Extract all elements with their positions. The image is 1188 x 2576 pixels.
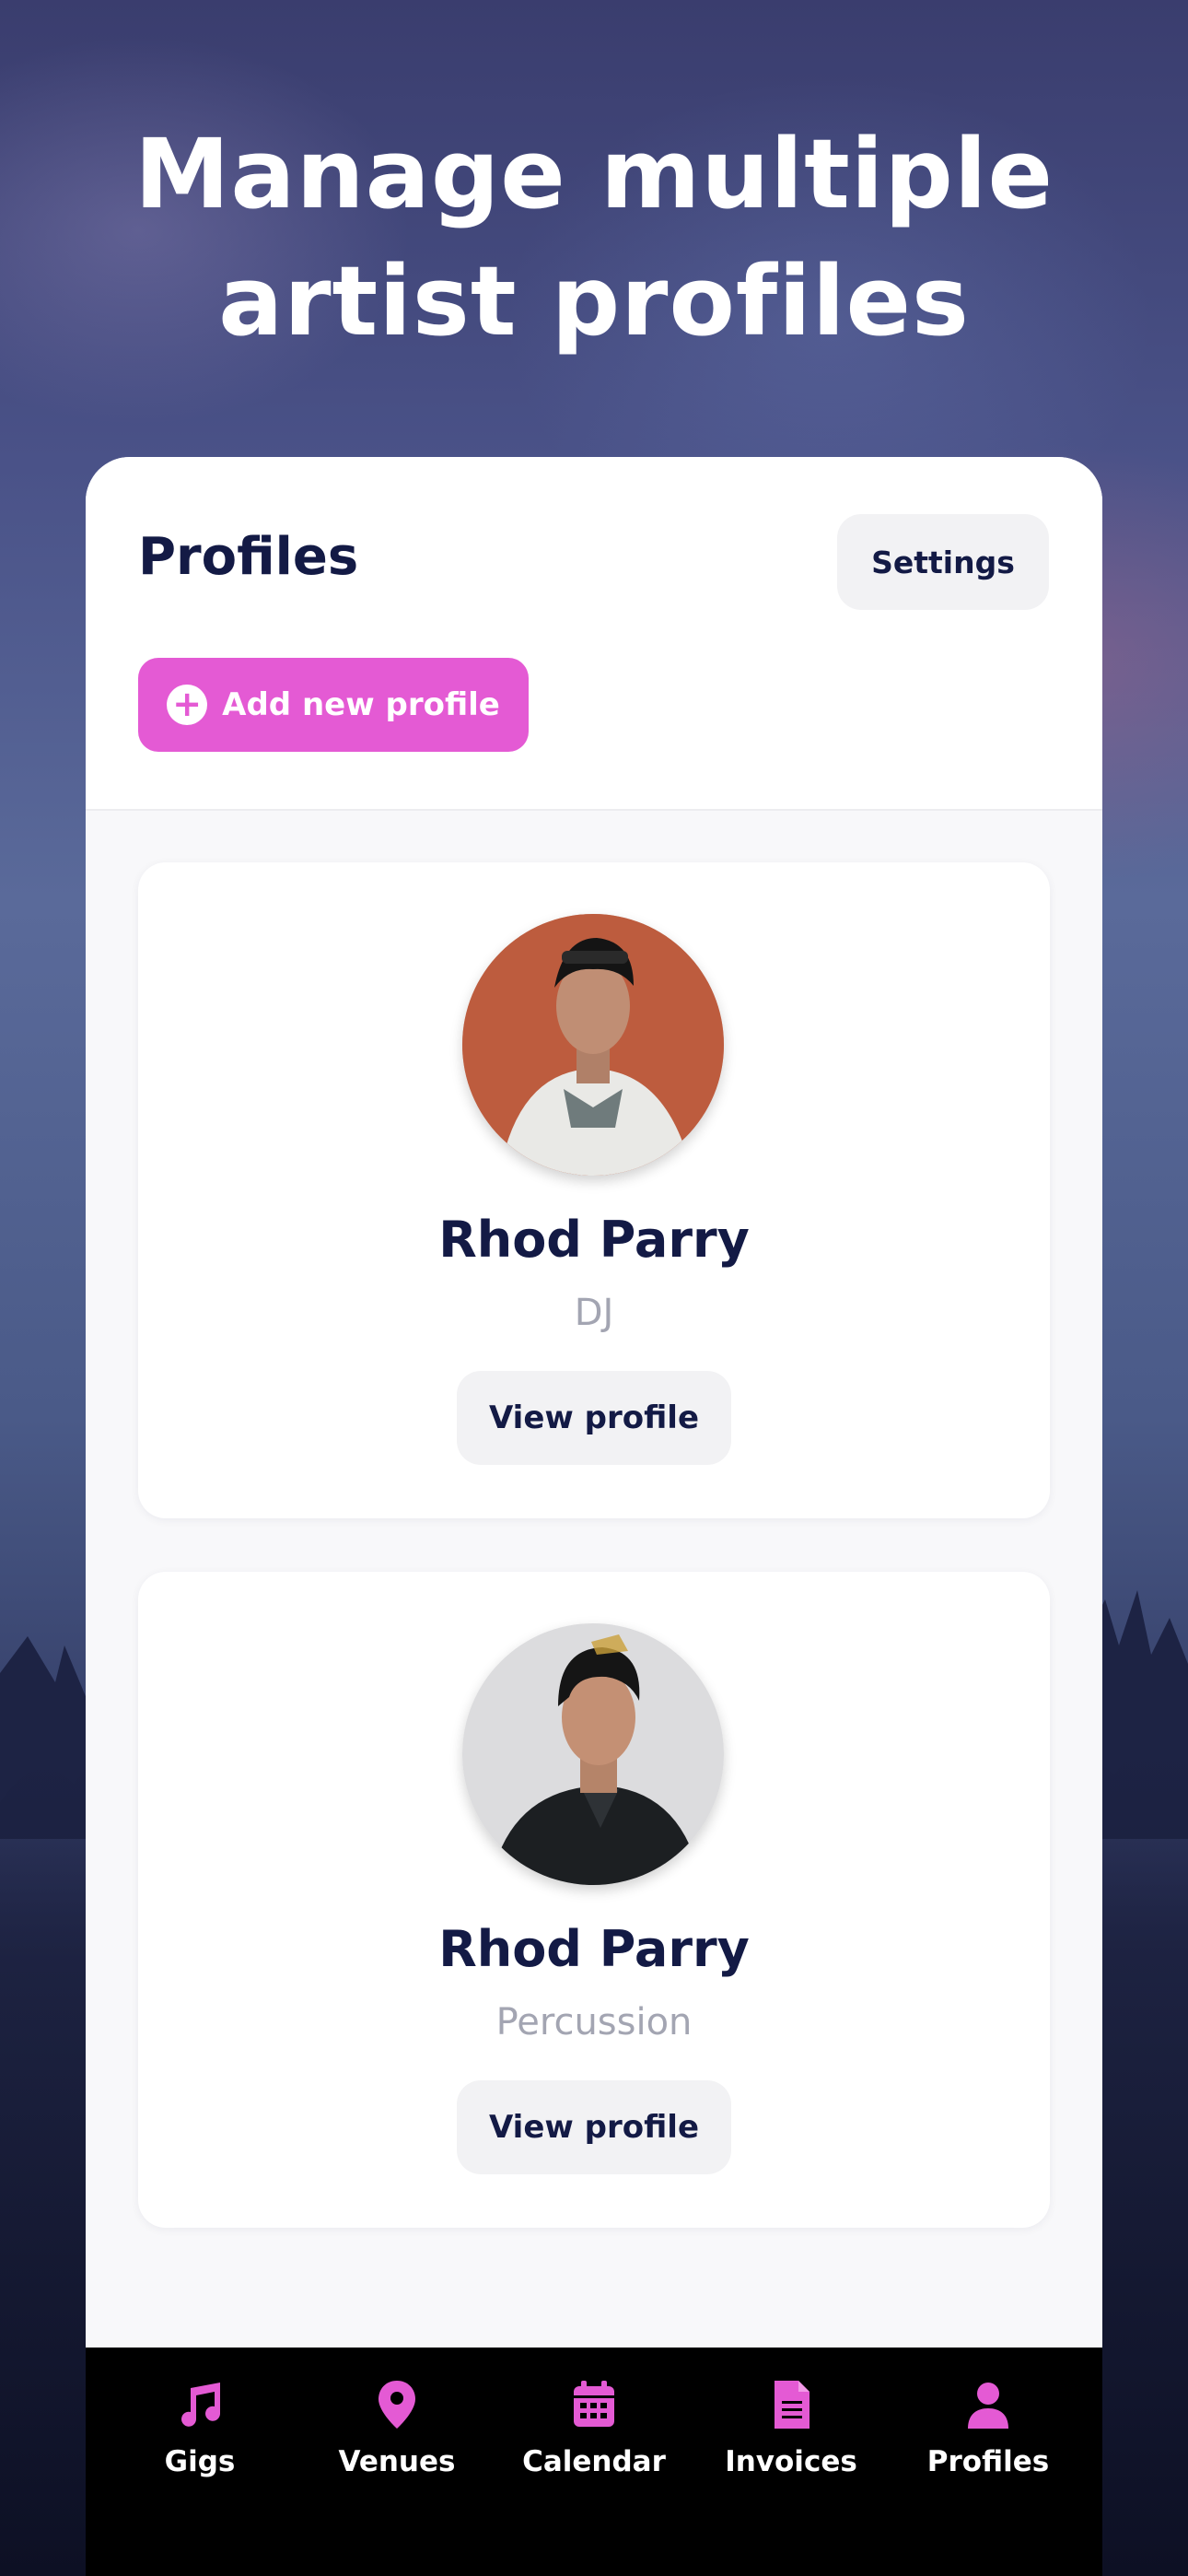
tab-label: Profiles (926, 2445, 1050, 2478)
headline: Manage multiple artist profiles (0, 111, 1188, 365)
page-title: Profiles (138, 527, 359, 587)
plus-circle-icon: + (167, 685, 208, 725)
profile-role: Percussion (495, 2001, 693, 2043)
tab-gigs[interactable]: Gigs (101, 2348, 298, 2576)
avatar (462, 1623, 724, 1885)
profile-card: Rhod Parry DJ View profile (138, 862, 1050, 1518)
profile-name: Rhod Parry (438, 1920, 750, 1978)
view-profile-button[interactable]: View profile (457, 1371, 731, 1465)
add-new-profile-label: Add new profile (222, 686, 500, 723)
avatar (462, 914, 724, 1176)
tab-calendar[interactable]: Calendar (495, 2348, 693, 2576)
profile-card: Rhod Parry Percussion View profile (138, 1572, 1050, 2228)
tab-label: Gigs (164, 2445, 236, 2478)
tab-profiles[interactable]: Profiles (890, 2348, 1087, 2576)
music-note-icon (181, 2383, 220, 2427)
panel-header: Profiles Settings + Add new profile (86, 457, 1102, 811)
profiles-panel: Profiles Settings + Add new profile Rhod… (86, 457, 1102, 2576)
tab-invoices[interactable]: Invoices (693, 2348, 890, 2576)
headline-line-2: artist profiles (218, 245, 970, 357)
tab-label: Venues (338, 2445, 456, 2478)
add-new-profile-button[interactable]: + Add new profile (138, 658, 529, 752)
tab-venues[interactable]: Venues (298, 2348, 495, 2576)
person-icon (968, 2383, 1008, 2429)
bottom-tab-bar: Gigs Venues Calendar Invoices Profiles (86, 2348, 1102, 2576)
document-icon (775, 2381, 809, 2429)
headline-line-1: Manage multiple (134, 118, 1054, 230)
view-profile-button[interactable]: View profile (457, 2080, 731, 2174)
tab-label: Invoices (725, 2445, 857, 2478)
tab-label: Calendar (522, 2445, 666, 2478)
profile-role: DJ (574, 1292, 614, 1334)
profile-name: Rhod Parry (438, 1211, 750, 1269)
calendar-icon (574, 2381, 614, 2427)
map-pin-icon (379, 2381, 415, 2429)
settings-button[interactable]: Settings (837, 514, 1049, 610)
